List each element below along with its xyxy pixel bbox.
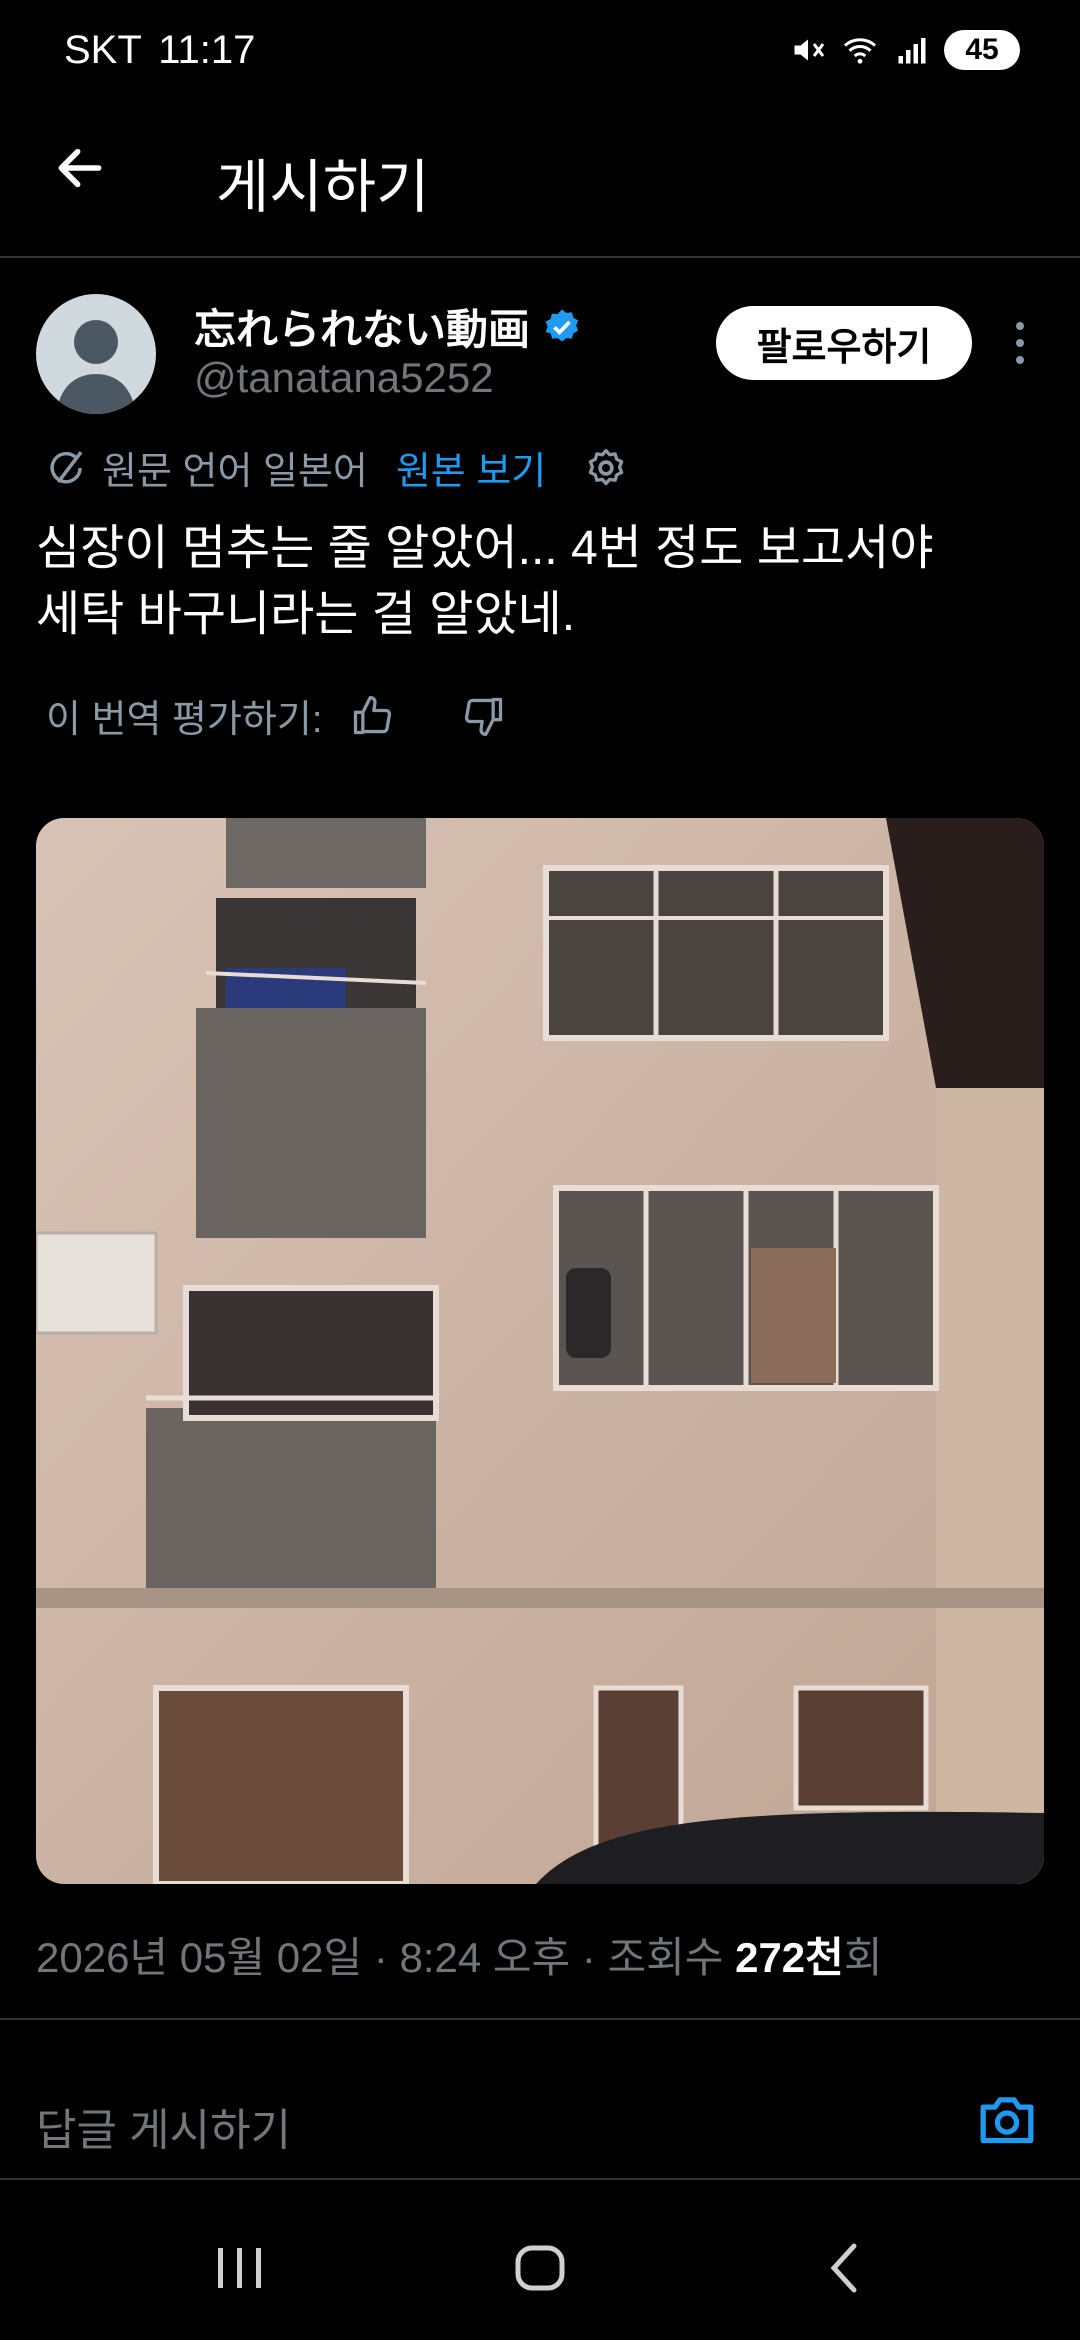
translate-icon bbox=[50, 450, 83, 483]
home-icon[interactable] bbox=[512, 2240, 568, 2296]
recent-apps-icon[interactable] bbox=[212, 2240, 268, 2296]
default-avatar-icon bbox=[56, 320, 136, 414]
header-divider bbox=[0, 256, 1080, 258]
back-nav-icon[interactable] bbox=[818, 2240, 874, 2296]
battery-indicator: 45 bbox=[944, 30, 1020, 70]
settings-gear-icon[interactable] bbox=[584, 446, 628, 490]
tweet-photo[interactable] bbox=[36, 818, 1044, 1884]
camera-button[interactable] bbox=[976, 2090, 1038, 2153]
meta-divider bbox=[0, 2018, 1080, 2020]
rate-translation: 이 번역 평가하기: bbox=[46, 688, 506, 743]
arrow-left-icon bbox=[58, 148, 102, 188]
status-bar-right: 45 bbox=[790, 30, 1020, 70]
system-navigation-bar bbox=[0, 2240, 1080, 2300]
tweet-date[interactable]: 2026년 05월 02일 bbox=[36, 1934, 362, 1981]
rate-translation-label: 이 번역 평가하기: bbox=[46, 699, 323, 741]
author-handle[interactable]: @tanatana5252 bbox=[194, 354, 494, 402]
more-vertical-icon bbox=[1016, 322, 1024, 364]
reply-divider bbox=[0, 2178, 1080, 2180]
page-title: 게시하기 bbox=[216, 155, 430, 220]
author-display-name: 忘れられない動画 bbox=[194, 306, 531, 353]
thumbs-down-icon[interactable] bbox=[462, 694, 506, 738]
camera-icon bbox=[980, 2097, 1034, 2144]
status-bar-left: SKT 11:17 bbox=[64, 28, 255, 73]
views-suffix: 회 bbox=[843, 1934, 883, 1981]
back-button[interactable] bbox=[52, 140, 108, 201]
signal-icon bbox=[898, 38, 926, 64]
reply-input[interactable]: 답글 게시하기 bbox=[36, 2094, 291, 2158]
translation-info: 원문 언어 일본어 원본 보기 bbox=[46, 440, 628, 495]
source-language-label: 원문 언어 일본어 bbox=[102, 451, 368, 493]
tweet-text-line: 세탁 바구니라는 걸 알았네. bbox=[36, 588, 576, 641]
carrier: SKT bbox=[64, 28, 142, 72]
author-name[interactable]: 忘れられない動画 bbox=[194, 296, 582, 357]
clock: 11:17 bbox=[158, 28, 256, 72]
view-original-link[interactable]: 원본 보기 bbox=[396, 440, 546, 495]
tweet-text: 심장이 멈추는 줄 알았어... 4번 정도 보고서야 세탁 바구니라는 걸 알… bbox=[36, 516, 1046, 648]
tweet-text-line: 심장이 멈추는 줄 알았어... 4번 정도 보고서야 bbox=[36, 522, 934, 575]
avatar[interactable] bbox=[36, 294, 156, 414]
tweet-time[interactable]: 8:24 오후 bbox=[399, 1934, 570, 1981]
thumbs-up-icon[interactable] bbox=[350, 694, 394, 738]
tweet-meta: 2026년 05월 02일 · 8:24 오후 · 조회수 272천회 bbox=[36, 1934, 883, 1981]
more-options-button[interactable] bbox=[1010, 320, 1030, 371]
views-prefix: 조회수 bbox=[607, 1934, 724, 1981]
verified-badge-icon bbox=[545, 309, 579, 341]
wifi-icon bbox=[844, 38, 876, 64]
building-photo-illustration bbox=[36, 818, 1044, 1884]
mute-icon bbox=[794, 39, 825, 61]
follow-button[interactable]: 팔로우하기 bbox=[716, 306, 972, 380]
views-count: 272천 bbox=[735, 1934, 844, 1981]
